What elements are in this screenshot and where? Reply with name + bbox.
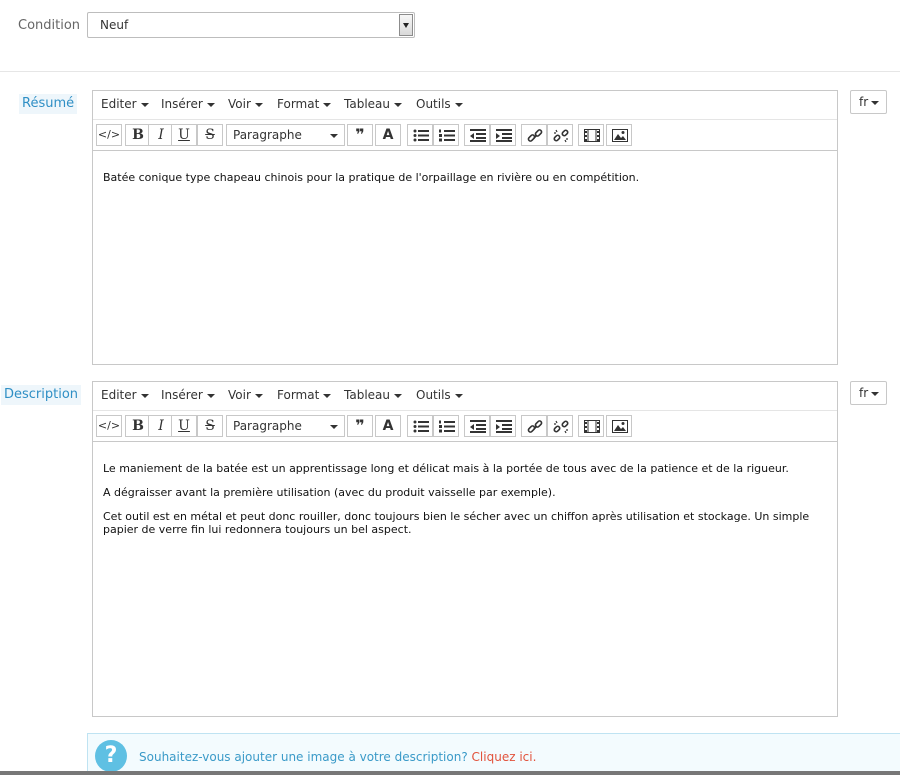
strikethrough-button[interactable]: S [197,415,223,437]
numbered-list-icon[interactable] [433,124,459,146]
select-arrow-icon[interactable] [399,14,413,36]
numbered-list-icon[interactable] [433,415,459,437]
link-icon[interactable] [521,124,547,146]
block-format-value: Paragraphe [233,128,302,142]
question-icon: ? [95,740,127,772]
caret-down-icon [206,393,215,398]
menu-format[interactable]: Format [277,388,332,402]
language-value: fr [859,386,869,400]
summary-content[interactable]: Batée conique type chapeau chinois pour … [93,151,837,184]
menu-label: Insérer [161,388,203,402]
outdent-icon[interactable] [464,415,490,437]
source-code-icon[interactable]: </> [96,415,122,437]
underline-button[interactable]: U [171,415,197,437]
summary-paragraph: Batée conique type chapeau chinois pour … [103,171,640,184]
click-here-link[interactable]: Cliquez ici. [472,750,537,764]
menu-label: Voir [228,97,251,111]
menu-inserer[interactable]: Insérer [161,97,215,111]
menu-label: Insérer [161,97,203,111]
caret-down-icon [394,102,402,107]
caret-down-icon [330,425,338,429]
bullet-list-icon[interactable] [407,415,433,437]
strikethrough-button[interactable]: S [197,124,223,146]
caret-down-icon [140,102,149,107]
summary-toolbar: </> B I U S Paragraphe ❞ A [93,120,837,151]
image-help-message: Souhaitez-vous ajouter une image à votre… [139,750,468,764]
image-icon[interactable] [606,415,632,437]
caret-down-icon [454,393,463,398]
menu-label: Tableau [344,97,390,111]
description-paragraph: Le maniement de la batée est un apprenti… [103,462,789,475]
description-menubar: Editer Insérer Voir Format Tableau Outil… [93,382,837,411]
menu-voir[interactable]: Voir [228,97,263,111]
video-icon[interactable] [578,124,604,146]
text-color-icon[interactable]: A [375,124,401,146]
blockquote-icon[interactable]: ❞ [347,415,373,437]
bullet-list-icon[interactable] [407,124,433,146]
menu-outils[interactable]: Outils [416,97,463,111]
caret-down-icon [871,392,879,396]
menu-editer[interactable]: Editer [101,388,149,402]
source-code-icon[interactable]: </> [96,124,122,146]
condition-select-value: Neuf [100,18,129,32]
caret-down-icon [140,393,149,398]
caret-down-icon [871,101,879,105]
menu-tableau[interactable]: Tableau [344,388,402,402]
window-bottom-border [0,771,900,775]
menu-label: Format [277,388,320,402]
underline-button[interactable]: U [171,124,197,146]
image-icon[interactable] [606,124,632,146]
menu-label: Outils [416,388,451,402]
menu-tableau[interactable]: Tableau [344,97,402,111]
block-format-select[interactable]: Paragraphe [226,415,345,437]
menu-inserer[interactable]: Insérer [161,388,215,402]
description-language-button[interactable]: fr [850,381,887,405]
description-label: Description [1,385,82,405]
menu-label: Voir [228,388,251,402]
unlink-icon[interactable] [547,415,573,437]
outdent-icon[interactable] [464,124,490,146]
caret-down-icon [330,134,338,138]
link-icon[interactable] [521,415,547,437]
description-editor: Editer Insérer Voir Format Tableau Outil… [92,381,838,717]
blockquote-icon[interactable]: ❞ [347,124,373,146]
menu-label: Format [277,97,320,111]
caret-down-icon [323,102,332,107]
section-divider [0,71,900,72]
description-toolbar: </> B I U S Paragraphe ❞ A [93,411,837,442]
caret-down-icon [254,393,263,398]
image-help-alert: ? Souhaitez-vous ajouter une image à vot… [87,733,900,775]
condition-label: Condition [18,18,81,33]
image-help-text: Souhaitez-vous ajouter une image à votre… [139,750,536,764]
caret-down-icon [394,393,402,398]
caret-down-icon [254,102,263,107]
summary-menubar: Editer Insérer Voir Format Tableau Outil… [93,91,837,120]
menu-label: Editer [101,388,137,402]
description-paragraph: Cet outil est en métal et peut donc roui… [103,510,810,536]
summary-label: Résumé [19,94,78,114]
indent-icon[interactable] [490,415,516,437]
unlink-icon[interactable] [547,124,573,146]
menu-outils[interactable]: Outils [416,388,463,402]
description-content[interactable]: Le maniement de la batée est un apprenti… [93,442,837,536]
indent-icon[interactable] [490,124,516,146]
block-format-value: Paragraphe [233,419,302,433]
caret-down-icon [323,393,332,398]
caret-down-icon [454,102,463,107]
caret-down-icon [206,102,215,107]
summary-editor: Editer Insérer Voir Format Tableau Outil… [92,90,838,365]
language-value: fr [859,95,869,109]
description-paragraph: A dégraisser avant la première utilisati… [103,486,556,499]
menu-format[interactable]: Format [277,97,332,111]
text-color-icon[interactable]: A [375,415,401,437]
menu-label: Editer [101,97,137,111]
summary-language-button[interactable]: fr [850,90,887,114]
menu-editer[interactable]: Editer [101,97,149,111]
menu-label: Outils [416,97,451,111]
menu-voir[interactable]: Voir [228,388,263,402]
block-format-select[interactable]: Paragraphe [226,124,345,146]
menu-label: Tableau [344,388,390,402]
condition-select[interactable]: Neuf [87,12,415,38]
video-icon[interactable] [578,415,604,437]
